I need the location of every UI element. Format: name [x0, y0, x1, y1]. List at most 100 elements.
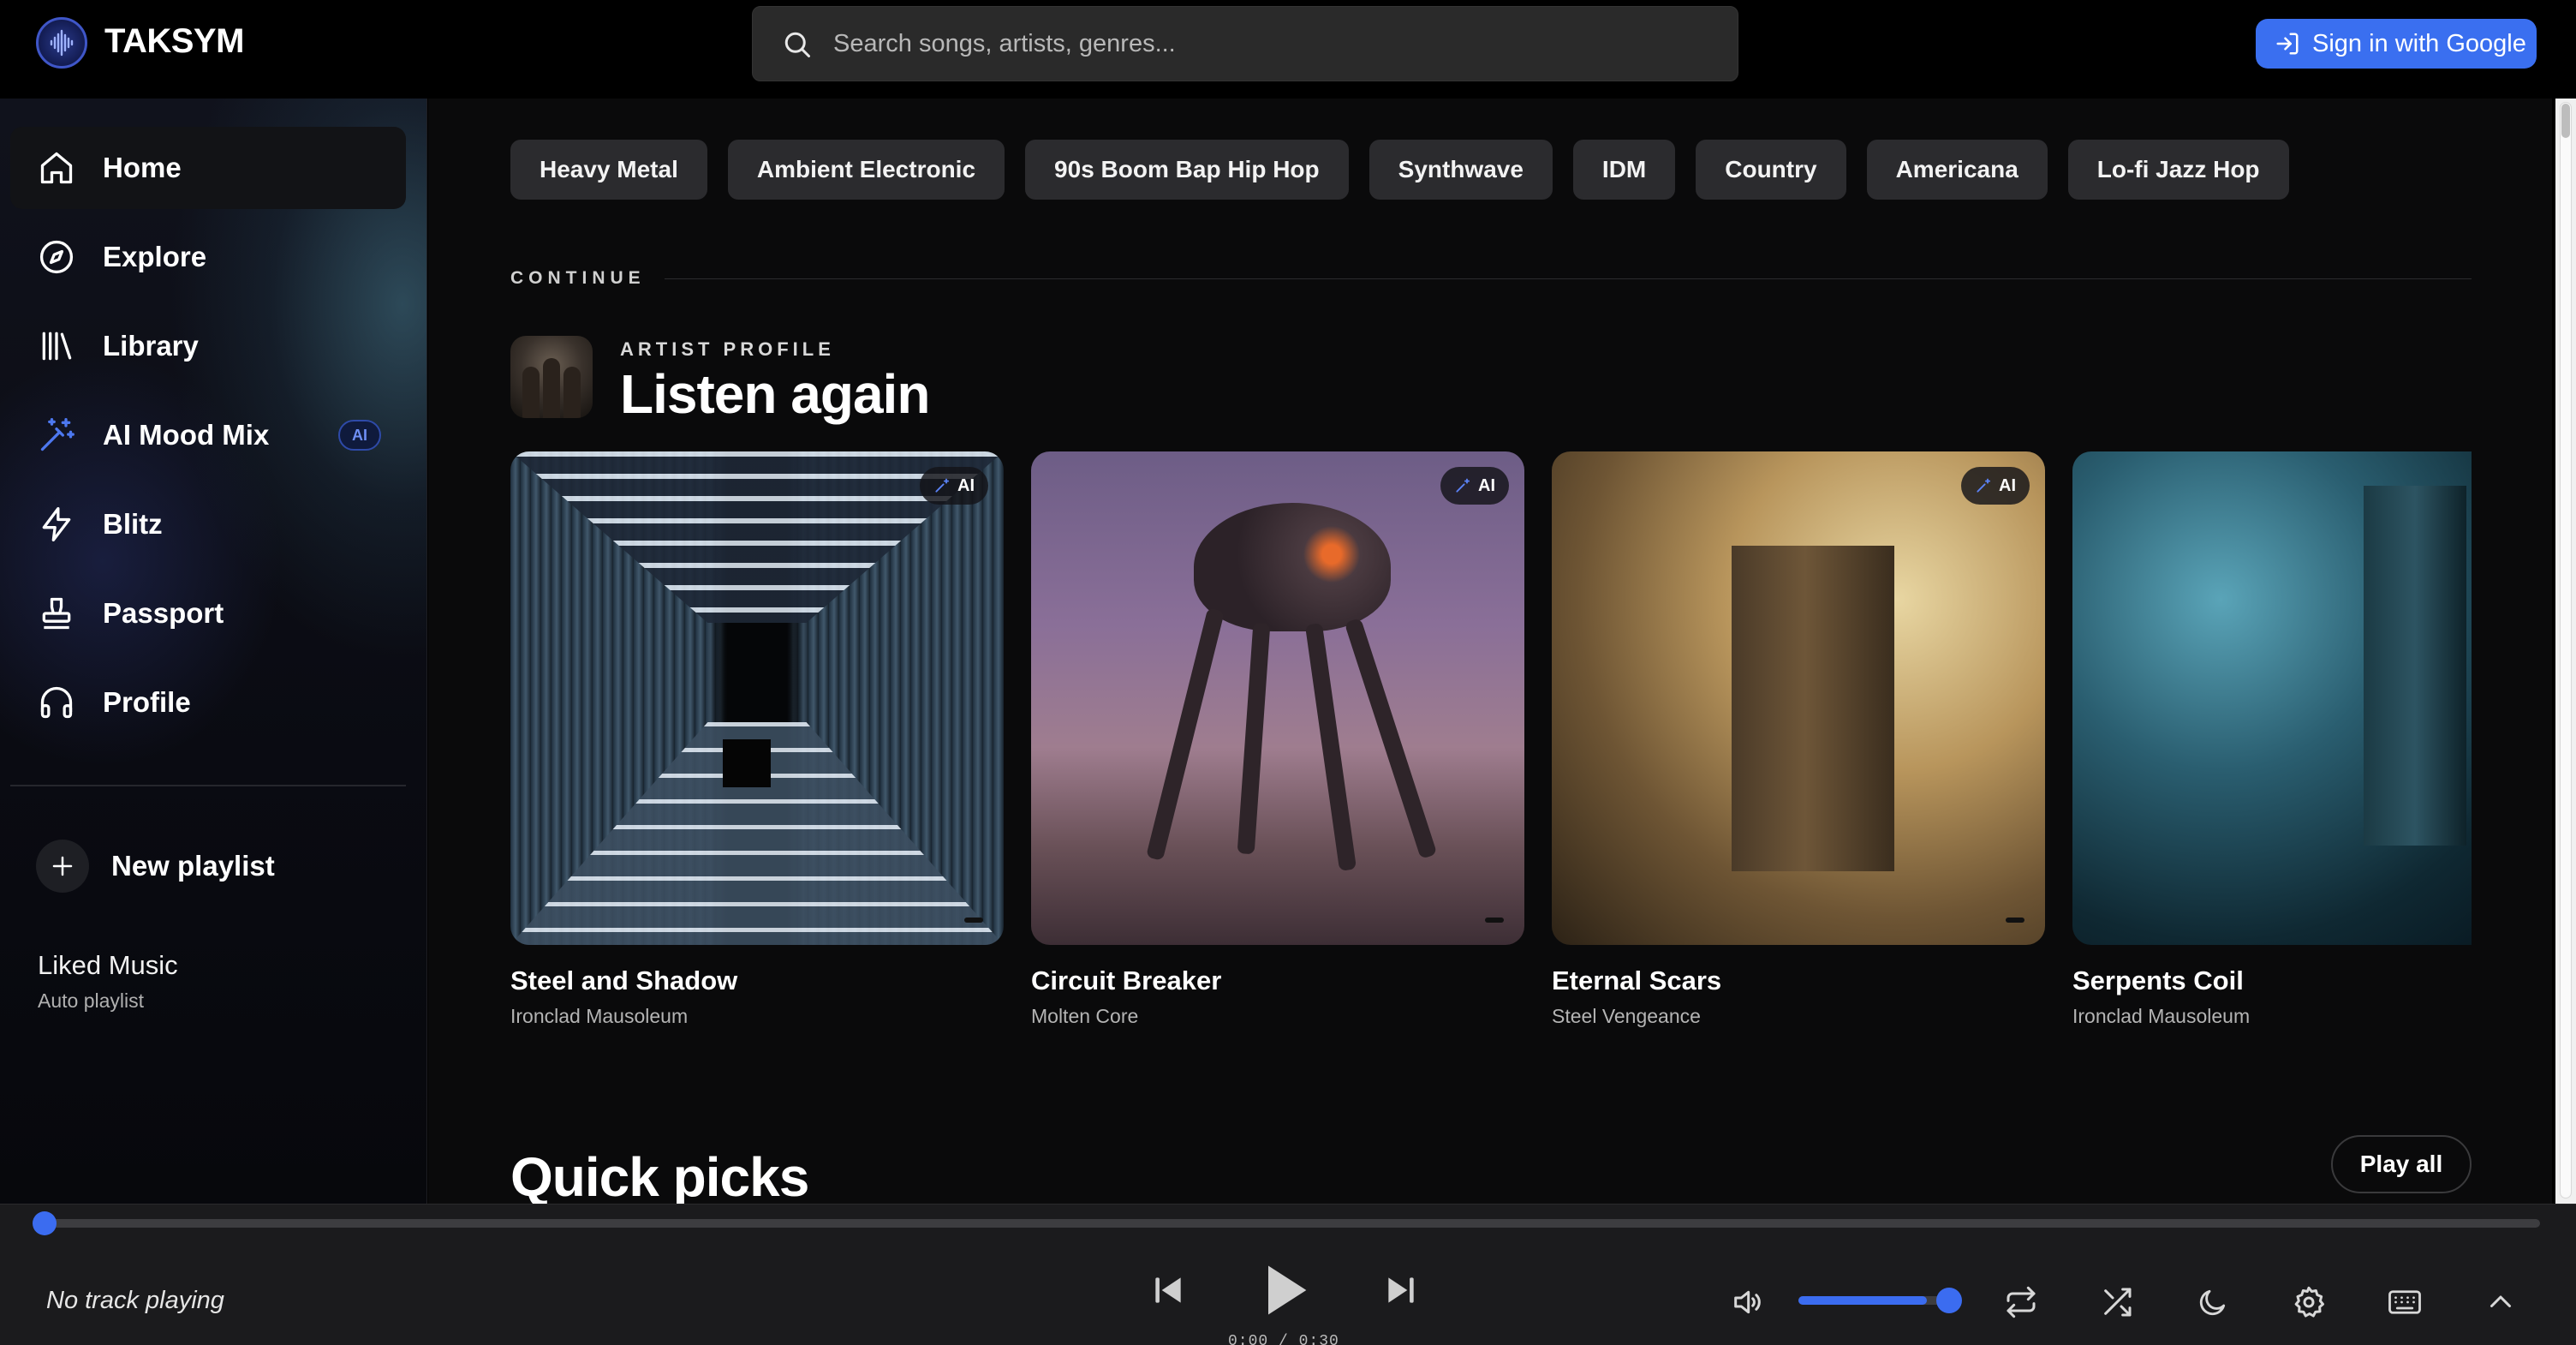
- shuffle-button[interactable]: [2098, 1283, 2136, 1321]
- genre-chip[interactable]: Americana: [1866, 140, 2048, 200]
- genre-chip[interactable]: IDM: [1572, 140, 1676, 200]
- vertical-scrollbar[interactable]: [2555, 99, 2576, 1204]
- previous-track-button[interactable]: [1148, 1264, 1189, 1316]
- album-art[interactable]: AI: [1031, 451, 1524, 945]
- playlist-subtitle: Auto playlist: [38, 989, 145, 1012]
- playlist-item-liked-music[interactable]: Liked Music Auto playlist: [38, 950, 178, 1013]
- keyboard-icon: [2388, 1290, 2421, 1314]
- gear-icon: [2294, 1286, 2324, 1318]
- artist-avatar[interactable]: [510, 336, 593, 418]
- home-icon: [40, 152, 73, 184]
- genre-chip[interactable]: Ambient Electronic: [727, 140, 1005, 200]
- album-card[interactable]: Serpents Coil Ironclad Mausoleum: [2072, 451, 2472, 1028]
- genre-chip[interactable]: Synthwave: [1368, 140, 1553, 200]
- new-playlist-button[interactable]: New playlist: [36, 836, 275, 896]
- sidebar-item-library[interactable]: Library: [10, 305, 406, 387]
- scrollbar-thumb[interactable]: [2560, 102, 2572, 1199]
- sidebar-item-label: AI Mood Mix: [103, 419, 270, 451]
- album-artist[interactable]: Ironclad Mausoleum: [510, 1005, 1004, 1028]
- sparkle-icon: [1977, 478, 1990, 493]
- playlist-title: Liked Music: [38, 950, 178, 980]
- player-bar: No track playing 0:00 / 0:30: [0, 1204, 2576, 1345]
- genre-chip[interactable]: 90s Boom Bap Hip Hop: [1025, 140, 1349, 200]
- genre-chip[interactable]: Lo-fi Jazz Hop: [2067, 140, 2289, 200]
- album-title[interactable]: Steel and Shadow: [510, 965, 1004, 996]
- album-artist[interactable]: Molten Core: [1031, 1005, 1524, 1028]
- sign-in-label: Sign in with Google: [2312, 29, 2526, 57]
- sleep-timer-button[interactable]: [2194, 1283, 2232, 1321]
- sparkle-icon: [1456, 478, 1470, 493]
- main-content: Heavy Metal Ambient Electronic 90s Boom …: [428, 99, 2552, 1204]
- search-bar[interactable]: [752, 6, 1738, 81]
- playback-time: 0:00 / 0:30: [1228, 1333, 1339, 1345]
- sidebar-item-label: Blitz: [103, 508, 163, 540]
- shuffle-icon: [2104, 1288, 2132, 1317]
- search-input[interactable]: [833, 7, 1715, 81]
- search-icon: [784, 32, 810, 57]
- quick-picks-header: Quick picks Play all: [428, 1135, 2552, 1204]
- album-artist[interactable]: Steel Vengeance: [1552, 1005, 2045, 1028]
- volume-slider[interactable]: [1798, 1296, 1949, 1305]
- album-title[interactable]: Serpents Coil: [2072, 965, 2472, 996]
- compass-icon: [39, 240, 74, 274]
- sidebar-item-label: Library: [103, 330, 199, 362]
- volume-level: [1798, 1296, 1927, 1305]
- album-card[interactable]: AI Steel and Shadow Ironclad Mausoleum: [510, 451, 1004, 1028]
- genre-chip[interactable]: Heavy Metal: [510, 140, 707, 200]
- album-art[interactable]: AI: [1552, 451, 2045, 945]
- plus-icon: [36, 840, 89, 893]
- sidebar-item-label: Explore: [103, 241, 207, 272]
- next-track-button[interactable]: [1380, 1264, 1422, 1316]
- volume-button[interactable]: [1728, 1283, 1766, 1321]
- repeat-button[interactable]: [2002, 1283, 2040, 1321]
- new-playlist-label: New playlist: [111, 850, 275, 882]
- album-card[interactable]: AI Circuit Breaker Molten Core: [1031, 451, 1524, 1028]
- seek-bar[interactable]: [43, 1219, 2540, 1228]
- sidebar-item-ai-mood-mix[interactable]: AI Mood Mix AI: [10, 394, 406, 476]
- ai-badge: AI: [338, 420, 381, 451]
- album-art[interactable]: [2072, 451, 2472, 945]
- section-divider: [665, 278, 2472, 279]
- sidebar-item-blitz[interactable]: Blitz: [10, 483, 406, 565]
- scrollbar-grip[interactable]: [2561, 104, 2570, 138]
- brand-name[interactable]: TAKSYM: [104, 22, 244, 61]
- keyboard-shortcuts-button[interactable]: [2384, 1283, 2425, 1321]
- sign-in-google-button[interactable]: Sign in with Google: [2256, 19, 2537, 69]
- sidebar-item-label: Passport: [103, 597, 224, 629]
- ai-generated-badge: AI: [1440, 467, 1509, 505]
- logo-icon[interactable]: [36, 17, 87, 69]
- album-art[interactable]: AI: [510, 451, 1004, 945]
- sidebar-item-label: Home: [103, 152, 182, 183]
- lightning-icon: [42, 507, 71, 541]
- top-bar: TAKSYM Sign in with Google: [0, 0, 2576, 99]
- play-button[interactable]: [1250, 1254, 1319, 1326]
- album-card[interactable]: AI Eternal Scars Steel Vengeance: [1552, 451, 2045, 1028]
- progress-indicator: [1485, 918, 1504, 923]
- headphones-icon: [40, 686, 73, 719]
- expand-player-button[interactable]: [2482, 1283, 2519, 1321]
- play-icon: [1268, 1265, 1307, 1315]
- repeat-icon: [2007, 1286, 2036, 1318]
- sidebar-item-profile[interactable]: Profile: [10, 661, 406, 744]
- seek-handle[interactable]: [33, 1211, 57, 1235]
- album-artist[interactable]: Ironclad Mausoleum: [2072, 1005, 2472, 1028]
- ai-generated-badge: AI: [920, 467, 988, 505]
- album-title[interactable]: Eternal Scars: [1552, 965, 2045, 996]
- section-label-continue: CONTINUE: [510, 268, 646, 288]
- settings-button[interactable]: [2290, 1283, 2328, 1321]
- quick-picks-title: Quick picks: [510, 1146, 809, 1204]
- genre-chip[interactable]: Country: [1696, 140, 1846, 200]
- sidebar-item-home[interactable]: Home: [10, 127, 406, 209]
- sidebar-item-passport[interactable]: Passport: [10, 572, 406, 655]
- play-all-button[interactable]: Play all: [2331, 1135, 2472, 1193]
- sidebar-item-label: Profile: [103, 686, 191, 718]
- progress-indicator: [2006, 918, 2024, 923]
- sparkle-icon: [935, 478, 949, 493]
- sign-in-icon: [2276, 33, 2299, 55]
- skip-back-icon: [1155, 1277, 1181, 1303]
- album-title[interactable]: Circuit Breaker: [1031, 965, 1524, 996]
- sidebar-item-explore[interactable]: Explore: [10, 216, 406, 298]
- section-eyebrow: ARTIST PROFILE: [620, 338, 835, 360]
- volume-handle[interactable]: [1936, 1288, 1962, 1313]
- skip-forward-icon: [1388, 1277, 1414, 1303]
